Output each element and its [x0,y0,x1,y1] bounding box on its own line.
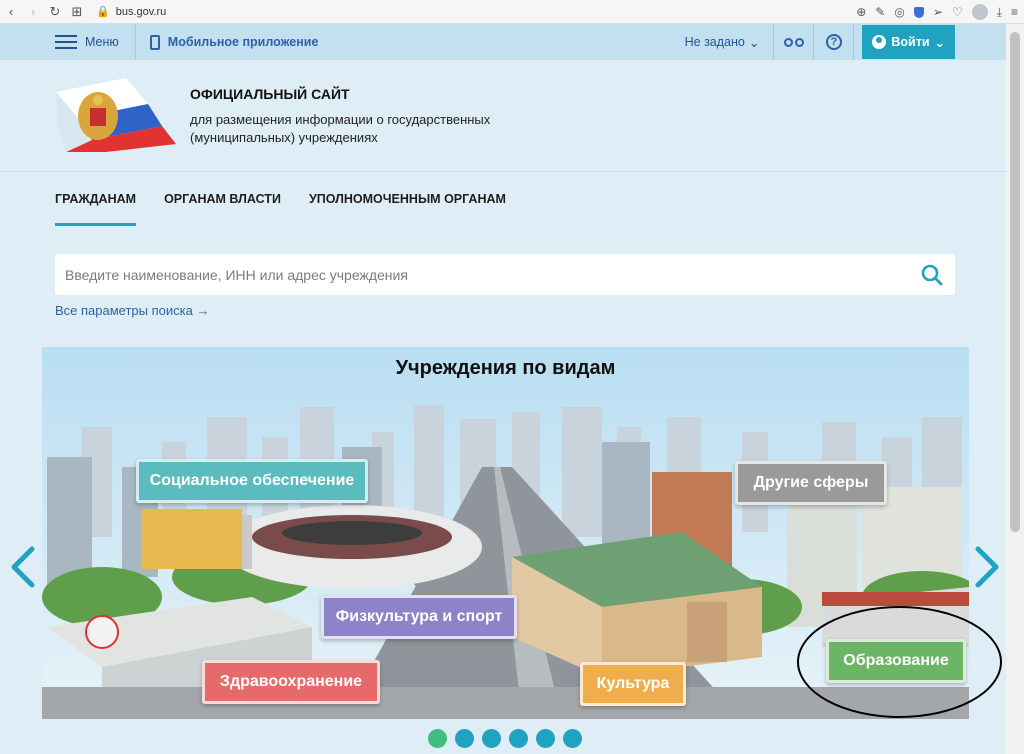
tab-authorities[interactable]: ОРГАНАМ ВЛАСТИ [164,172,281,226]
heart-icon[interactable]: ♡ [952,5,963,19]
share-icon[interactable]: ✎ [875,5,885,19]
category-culture-button[interactable]: Культура [580,662,686,706]
category-health-button[interactable]: Здравоохранение [202,660,380,704]
profile-avatar-icon[interactable] [971,4,988,20]
forward-icon[interactable]: › [22,4,44,19]
chevron-down-icon: ⌄ [934,35,945,50]
camera-icon[interactable]: ◎ [894,5,904,19]
region-select[interactable]: Не задано ⌄ [671,24,775,60]
site-subtitle: для размещения информации о государствен… [190,112,491,145]
zoom-icon[interactable]: ⊕ [856,5,866,19]
search-icon [921,264,943,285]
search-button[interactable] [909,254,955,295]
category-social-button[interactable]: Социальное обеспечение [136,459,368,503]
site-header: ОФИЦИАЛЬНЫЙ САЙТ для размещения информац… [0,60,1006,172]
login-button[interactable]: Войти ⌄ [862,25,955,59]
help-button[interactable]: ? [814,24,855,60]
carousel-dot[interactable] [482,729,501,748]
low-vision-button[interactable] [774,24,815,60]
carousel-dot[interactable] [509,729,528,748]
category-other-button[interactable]: Другие сферы [735,461,887,505]
main-nav: ГРАЖДАНАМ ОРГАНАМ ВЛАСТИ УПОЛНОМОЧЕННЫМ … [55,172,506,226]
search-input[interactable] [55,254,909,295]
category-education-button[interactable]: Образование [826,639,966,683]
carousel-next-arrow-icon[interactable] [972,545,1002,589]
send-icon[interactable]: ➢ [933,5,943,19]
menu-button[interactable]: Меню [55,24,136,60]
carousel-prev-arrow-icon[interactable] [8,545,38,589]
tabs-grid-icon[interactable]: ⊞ [66,4,88,20]
address-bar[interactable]: 🔒 bus.gov.ru [96,5,167,19]
reload-icon[interactable]: ↻ [44,4,66,20]
carousel-title: Учреждения по видам [395,357,616,379]
carousel-pagination [428,729,582,748]
mobile-app-label: Мобильное приложение [167,35,319,49]
settings-icon[interactable]: ≡ [1011,5,1018,19]
page-scrollbar[interactable] [1006,24,1024,754]
chevron-down-icon: ⌄ [748,35,760,50]
back-icon[interactable]: ‹ [0,4,22,19]
hamburger-icon [55,35,77,49]
carousel-dot[interactable] [455,729,474,748]
address-text: bus.gov.ru [115,5,167,18]
glasses-icon [783,37,804,47]
scrollbar-thumb[interactable] [1010,32,1020,532]
phone-icon [149,34,160,50]
download-icon[interactable]: ⤓ [997,5,1002,20]
shield-icon[interactable] [913,6,924,18]
browser-toolbar: ‹ › ↻ ⊞ 🔒 bus.gov.ru ⊕ ✎ ◎ ➢ ♡ ⤓ ≡ [0,0,1024,24]
tab-authorized-bodies[interactable]: УПОЛНОМОЧЕННЫМ ОРГАНАМ [309,172,506,226]
carousel-dot[interactable] [428,729,447,748]
advanced-search-link[interactable]: Все параметры поиска → [55,303,209,318]
carousel-dot[interactable] [536,729,555,748]
lock-icon: 🔒 [96,6,110,18]
institutions-carousel: Учреждения по видам Социальное обеспечен… [42,347,969,719]
site-topbar: Меню Мобильное приложение Не задано ⌄ ? … [0,24,1006,60]
site-title: ОФИЦИАЛЬНЫЙ САЙТ [190,86,350,102]
russian-flag-emblem-logo[interactable] [56,78,176,152]
login-label: Войти [891,35,930,49]
mobile-app-link[interactable]: Мобильное приложение [136,34,319,50]
category-sport-button[interactable]: Физкультура и спорт [321,595,517,639]
question-icon: ? [825,34,842,50]
tab-citizens[interactable]: ГРАЖДАНАМ [55,172,137,226]
carousel-dot[interactable] [563,729,582,748]
search-box [55,254,955,295]
user-icon [872,35,887,49]
menu-label: Меню [85,35,119,49]
region-label: Не задано [684,35,745,49]
